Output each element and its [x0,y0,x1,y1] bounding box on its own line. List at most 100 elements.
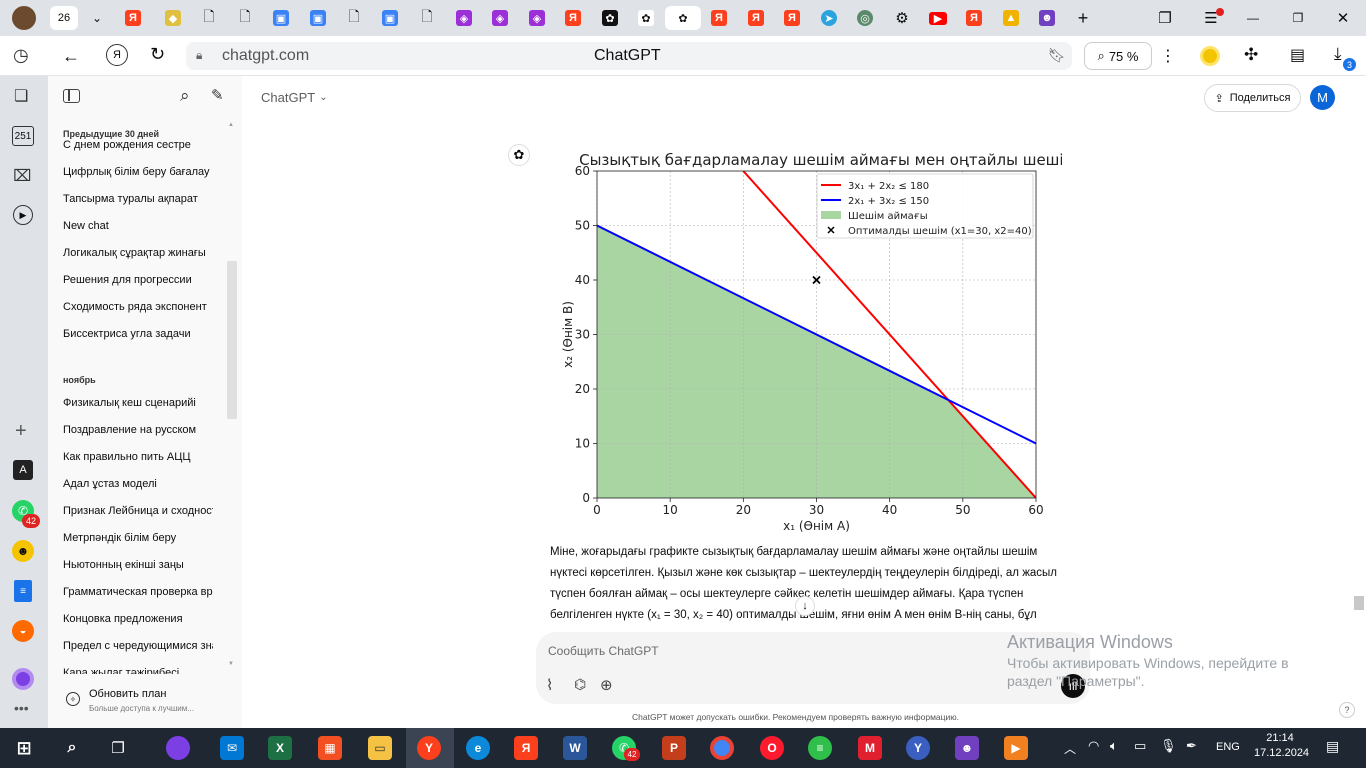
tab-telegram-icon[interactable]: ➤ [816,6,842,30]
history-item[interactable]: Логикалық сұрақтар жинағы [63,247,213,259]
maximize-icon[interactable]: ❐ [1285,6,1311,30]
battery-icon[interactable]: ▭ [1134,738,1146,754]
tab-yandex[interactable]: Я [779,6,805,30]
tab-site-icon[interactable]: ◆ [160,6,186,30]
taskbar-alice-icon[interactable] [166,736,190,760]
reader-icon[interactable]: ▤ [1290,45,1305,65]
collections-icon[interactable]: ❐ [1152,6,1178,30]
tab-gem-icon[interactable]: ◈ [451,6,477,30]
message-input[interactable]: Сообщить ChatGPT [548,644,659,658]
yandex-home-icon[interactable]: Я [106,44,128,66]
clock-icon[interactable]: ◷ [13,45,29,66]
history-item[interactable]: Физикалық кеш сценарийі [63,397,213,409]
windows-start-icon[interactable]: ⊞ [12,736,36,760]
tab-cube-icon[interactable]: ▣ [268,6,294,30]
taskbar-powerpoint-icon[interactable]: P [662,736,686,760]
history-item[interactable]: Предел с чередующимися зна [63,640,213,652]
menu-icon[interactable]: ☰ [1198,6,1224,30]
history-item[interactable]: Поздравление на русском [63,424,213,436]
yandex-plus-icon[interactable] [1200,46,1220,66]
scroll-up-arrow[interactable]: ▲ [228,122,234,128]
extensions-icon[interactable]: ✣ [1244,45,1258,65]
history-item[interactable]: Признак Лейбница и сходност [63,505,213,517]
tab-yandex[interactable]: Я [743,6,769,30]
taskbar-yandex-icon[interactable]: Я [514,736,538,760]
history-item[interactable]: Биссектриса угла задачи [63,328,213,340]
tab-game-icon[interactable]: ☻ [1034,6,1060,30]
taskbar-game-icon[interactable]: ☻ [955,736,979,760]
tab-doc-icon[interactable]: 🗋 [196,6,222,30]
history-item[interactable]: Сходимость ряда экспонент [63,301,213,313]
taskbar-opera-icon[interactable]: O [760,736,784,760]
tab-counter[interactable]: 26 [50,6,78,30]
lock-icon[interactable]: 🔒︎ [196,48,202,63]
mic-icon[interactable]: 🎙︎ [1160,738,1177,754]
wifi-icon[interactable]: ◠ [1088,738,1099,754]
tab-youtube-icon[interactable]: ▶ [925,6,951,30]
profile-avatar[interactable] [12,6,36,30]
sidebar-scrollbar[interactable] [227,261,237,419]
tab-seal-icon[interactable]: ◎ [852,6,878,30]
tab-settings-icon[interactable]: ⚙ [889,6,915,30]
notifications-icon[interactable]: ▤ [1326,738,1339,755]
history-item[interactable]: Грамматическая проверка вре [63,586,213,598]
help-button[interactable]: ? [1339,702,1355,718]
tab-image-icon[interactable]: ▲ [998,6,1024,30]
history-item[interactable]: Концовка предложения [63,613,213,625]
tab-chatgpt-active[interactable]: ✿ [665,6,701,30]
task-view-icon[interactable]: ❐ [106,736,130,760]
attach-icon[interactable]: ⌇ [546,676,553,694]
taskbar-excel-icon[interactable]: X [268,736,292,760]
tools-icon[interactable]: ⌬ [574,676,586,693]
new-tab-button[interactable]: + [1070,6,1096,30]
history-item[interactable]: Метрпәндік білім беру [63,532,213,544]
toggle-sidebar-icon[interactable] [63,89,80,103]
model-selector[interactable]: ChatGPT ⌄ [261,90,328,105]
history-item[interactable]: Как правильно пить АЦЦ [63,451,213,463]
tab-openai-icon[interactable]: ✿ [597,6,623,30]
search-icon[interactable]: ⌕ [180,86,190,106]
tab-gem-icon[interactable]: ◈ [524,6,550,30]
history-item[interactable]: С днем рождения сестре [63,139,213,151]
alice-icon[interactable] [12,668,34,690]
tab-openai-icon[interactable]: ✿ [633,6,659,30]
history-item[interactable]: Решения для прогрессии [63,274,213,286]
clock[interactable]: 21:14 17.12.2024 [1254,732,1309,759]
orange-app-icon[interactable]: ◒ [12,620,34,642]
tray-chevron-icon[interactable]: ︿ [1064,740,1076,757]
tab-doc-icon[interactable]: 🗋 [341,6,367,30]
taskbar-explorer-icon[interactable]: ▭ [368,736,392,760]
tab-gem-icon[interactable]: ◈ [487,6,513,30]
docs-icon[interactable]: ≡ [14,580,32,602]
taskbar-chrome-icon[interactable] [710,736,734,760]
minimize-icon[interactable]: — [1240,6,1266,30]
new-chat-icon[interactable]: ✎ [211,86,224,104]
taskbar-player-icon[interactable]: ▶ [1004,736,1028,760]
app-letter-a[interactable]: A [13,460,33,480]
tabs-dropdown-icon[interactable]: ⌄ [84,6,110,30]
reload-icon[interactable]: ↻ [150,44,165,65]
address-bar[interactable]: 🔒︎ chatgpt.com ChatGPT 🔖︎ [186,42,1072,70]
upgrade-plan[interactable]: ✧ Обновить план Больше доступа к лучшим.… [48,674,242,728]
share-button[interactable]: ⇪ Поделиться [1204,84,1301,112]
language-indicator[interactable]: ENG [1216,741,1240,753]
tab-cube-icon[interactable]: ▣ [377,6,403,30]
web-search-icon[interactable]: ⊕ [600,676,613,694]
taskbar-word-icon[interactable]: W [563,736,587,760]
downloads-icon[interactable]: ⤓ [1334,44,1342,64]
tab-doc-icon[interactable]: 🗋 [414,6,440,30]
back-icon[interactable]: ← [62,46,80,67]
taskbar-edge-icon[interactable]: e [466,736,490,760]
history-item[interactable]: Цифрлық білім беру бағалау [63,166,213,178]
tab-yandex[interactable]: Я [706,6,732,30]
tab-yandex[interactable]: Я [120,6,146,30]
taskbar-store-icon[interactable]: ▦ [318,736,342,760]
tab-yandex[interactable]: Я [560,6,586,30]
history-item[interactable]: New chat [63,220,213,232]
scroll-down-arrow[interactable]: ▼ [228,661,234,667]
taskbar-y-icon[interactable]: Y [906,736,930,760]
add-panel-icon[interactable]: + [15,420,27,443]
play-icon[interactable]: ▶ [13,205,33,225]
close-icon[interactable]: ✕ [1330,6,1356,30]
history-item[interactable]: Адал ұстаз моделі [63,478,213,490]
